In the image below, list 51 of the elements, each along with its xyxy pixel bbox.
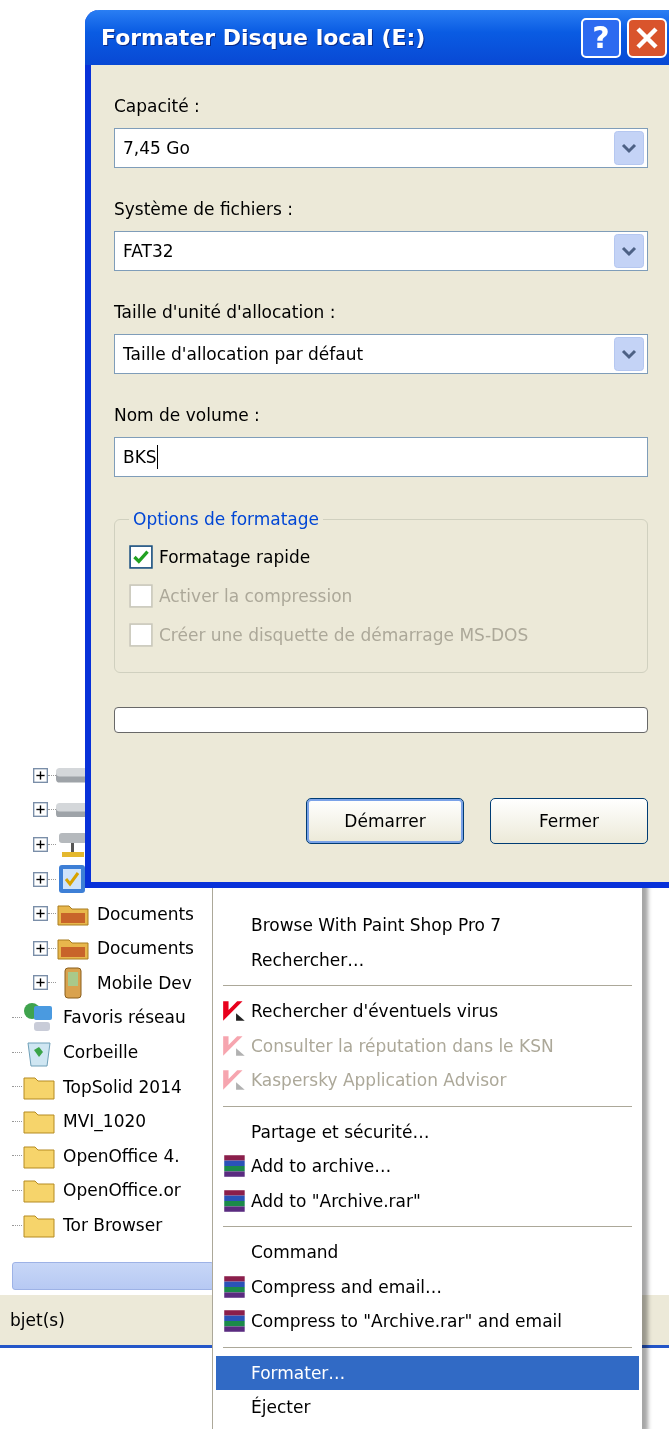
- expand-icon[interactable]: [33, 975, 48, 991]
- menu-item[interactable]: Partage et sécurité…: [216, 1114, 639, 1149]
- expand-icon[interactable]: [33, 837, 48, 852]
- expand-icon[interactable]: [33, 906, 48, 922]
- input-field[interactable]: BKS: [114, 437, 648, 477]
- menu-item[interactable]: Éjecter: [216, 1390, 639, 1425]
- menu-item[interactable]: Compress to "Archive.rar" and email: [216, 1304, 639, 1339]
- menu-item[interactable]: Add to "Archive.rar": [216, 1183, 639, 1218]
- dialog-button[interactable]: Démarrer: [306, 798, 464, 844]
- chevron-down-icon[interactable]: [614, 234, 644, 268]
- menu-item[interactable]: Rechercher…: [216, 942, 639, 977]
- tree-item[interactable]: OpenOffice.or: [63, 1180, 181, 1201]
- menu-item[interactable]: Browse With Paint Shop Pro 7: [216, 908, 639, 943]
- checkbox-label: Formatage rapide: [159, 546, 311, 567]
- tree-item[interactable]: OpenOffice 4.: [63, 1145, 180, 1166]
- menu-item[interactable]: Command: [216, 1235, 639, 1270]
- tree-item[interactable]: TopSolid 2014: [63, 1076, 182, 1097]
- checkbox-label: Créer une disquette de démarrage MS-DOS: [159, 624, 529, 645]
- chevron-down-icon[interactable]: [614, 337, 644, 371]
- window-title: Formater Disque local (E:): [101, 25, 427, 50]
- status-text: bjet(s): [9, 1310, 65, 1330]
- tree-item[interactable]: Favoris réseau: [63, 1007, 186, 1028]
- dropdown[interactable]: Taille d'allocation par défaut: [114, 334, 648, 374]
- checkbox[interactable]: [129, 544, 153, 569]
- menu-item[interactable]: Rechercher d'éventuels virus: [216, 994, 639, 1029]
- expand-icon[interactable]: [33, 871, 48, 887]
- tree-item[interactable]: Tor Browser: [63, 1215, 163, 1235]
- group-title: Options de formatage: [132, 509, 321, 529]
- tree-item[interactable]: Documents: [97, 938, 194, 959]
- tree-item[interactable]: MVI_1020: [63, 1111, 147, 1132]
- tree-item[interactable]: Documents: [97, 903, 194, 924]
- tree-item[interactable]: Mobile Dev: [97, 972, 192, 993]
- dropdown[interactable]: 7,45 Go: [114, 128, 648, 168]
- field-label: Capacité :: [114, 95, 201, 118]
- menu-item[interactable]: Formater…: [216, 1355, 639, 1390]
- chevron-down-icon[interactable]: [614, 131, 644, 165]
- dialog-button[interactable]: Fermer: [490, 798, 648, 844]
- help-button[interactable]: ?: [581, 17, 621, 58]
- expand-icon[interactable]: [33, 940, 48, 956]
- checkbox-label: Activer la compression: [159, 585, 353, 606]
- dropdown[interactable]: FAT32: [114, 231, 648, 271]
- field-label: Système de fichiers :: [114, 198, 294, 221]
- expand-icon[interactable]: [33, 767, 48, 783]
- close-icon[interactable]: [627, 17, 667, 58]
- field-label: Nom de volume :: [114, 404, 261, 427]
- field-label: Taille d'unité d'allocation :: [114, 301, 337, 324]
- menu-item[interactable]: Add to archive…: [216, 1149, 639, 1184]
- expand-icon[interactable]: [33, 802, 48, 818]
- horizontal-scrollbar[interactable]: [12, 1262, 214, 1290]
- tree-item[interactable]: Corbeille: [63, 1042, 139, 1063]
- menu-item[interactable]: Compress and email…: [216, 1269, 639, 1304]
